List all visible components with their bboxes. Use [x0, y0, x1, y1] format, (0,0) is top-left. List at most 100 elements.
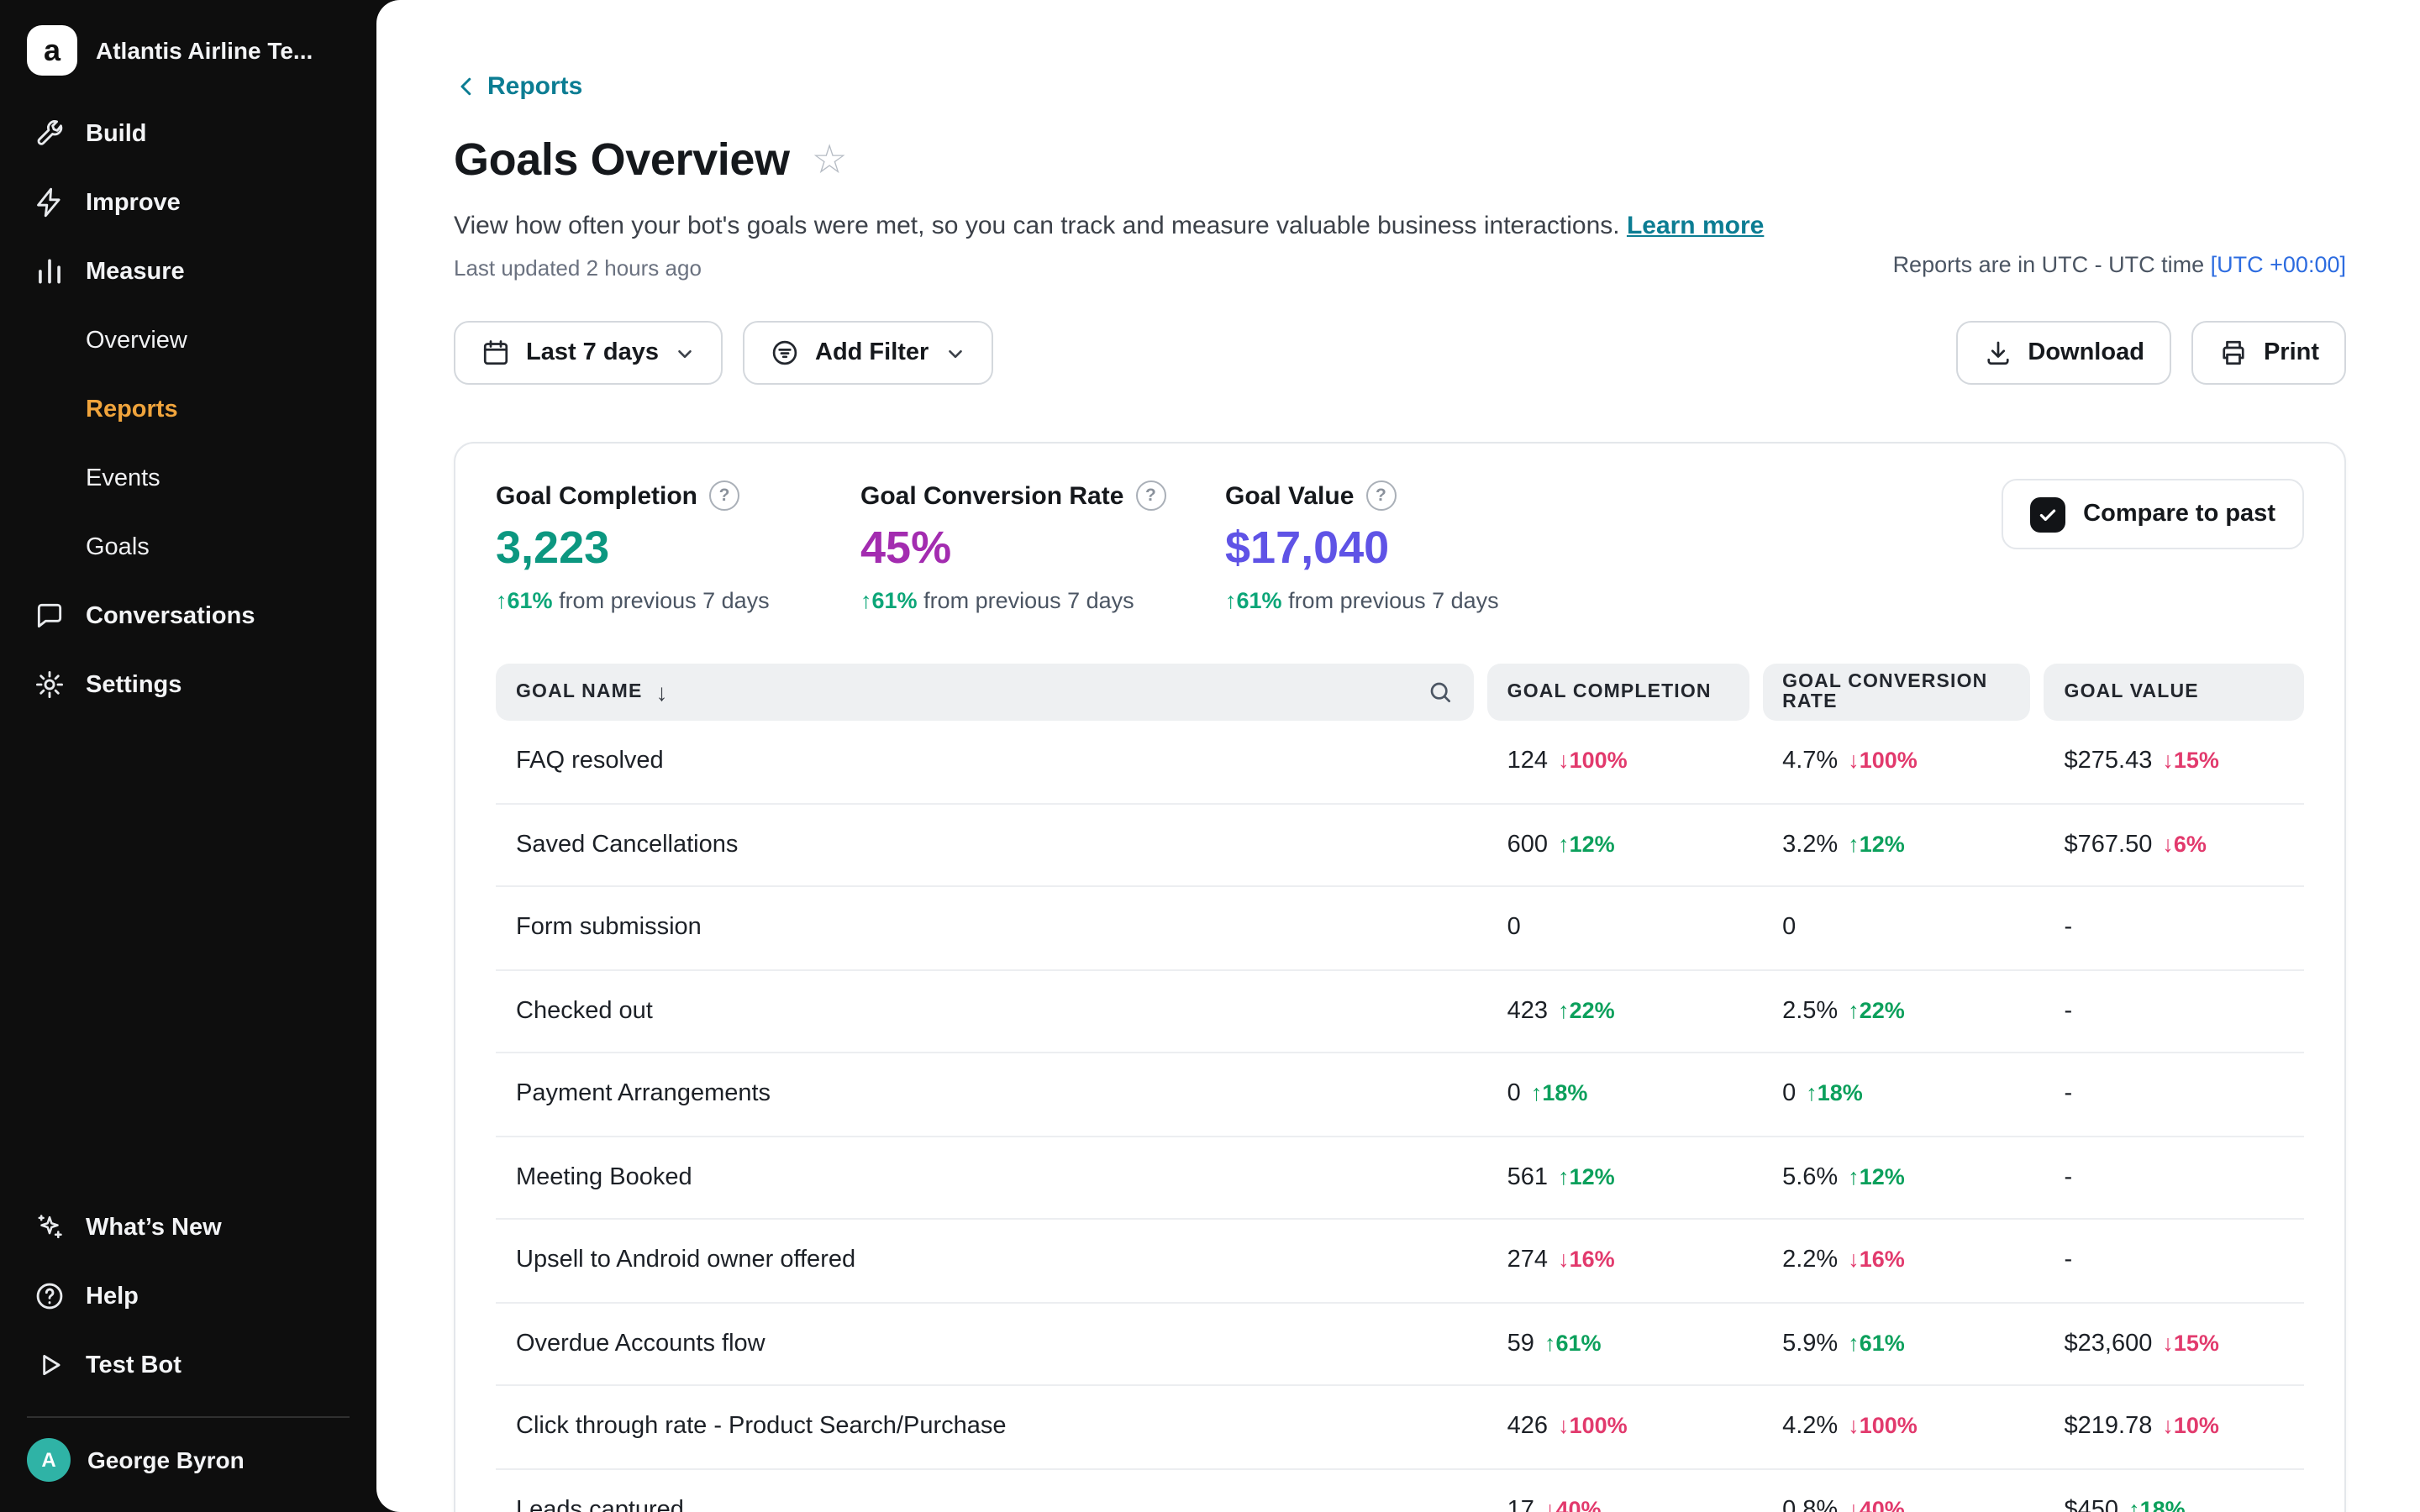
sidebar-item-build[interactable]: Build [17, 99, 360, 168]
metric-delta: ↑61% from previous 7 days [1225, 588, 1590, 613]
timezone-link[interactable]: [UTC +00:00] [2211, 252, 2346, 277]
sidebar-item-measure[interactable]: Measure [17, 237, 360, 306]
goal-value-cell-value: $219.78 [2065, 1414, 2153, 1441]
table-body: FAQ resolved124↓100%4.7%↓100%$275.43↓15%… [496, 721, 2304, 1512]
delta-up-arrow: ↑61% [860, 588, 918, 613]
print-button[interactable]: Print [2191, 321, 2346, 385]
filter-icon [770, 338, 800, 368]
table-row[interactable]: Payment Arrangements0↑18%0↑18%- [496, 1053, 2304, 1137]
sidebar-item-what-s-new[interactable]: What’s New [17, 1193, 360, 1262]
sidebar-item-help[interactable]: Help [17, 1262, 360, 1331]
info-circle-icon[interactable]: ? [1365, 480, 1396, 511]
table-row[interactable]: Checked out423↑22%2.5%↑22%- [496, 970, 2304, 1053]
sidebar-item-label: Settings [86, 671, 182, 698]
goal-name-cell: Meeting Booked [496, 1164, 1474, 1191]
column-header-goal-completion[interactable]: GOAL COMPLETION [1487, 664, 1749, 721]
goal-name-cell: Click through rate - Product Search/Purc… [496, 1414, 1474, 1441]
back-to-reports-link[interactable]: Reports [454, 72, 582, 101]
delta-up-arrow: ↑61% [1848, 1331, 1905, 1356]
delta-up-arrow: ↑61% [1225, 588, 1282, 613]
sidebar-item-goals[interactable]: Goals [17, 512, 360, 581]
compare-to-past-label: Compare to past [2083, 501, 2275, 528]
delta-up-arrow: ↑12% [1848, 1164, 1905, 1189]
goal-value-cell: $767.50↓6% [2044, 832, 2304, 858]
workspace-switcher[interactable]: a Atlantis Airline Te... [0, 0, 376, 99]
gear-icon [34, 669, 66, 701]
user-name: George Byron [87, 1446, 245, 1473]
table-row[interactable]: Click through rate - Product Search/Purc… [496, 1386, 2304, 1469]
goal-completion-cell-value: 59 [1507, 1331, 1534, 1357]
metric-goal-conversion-rate: Goal Conversion Rate?45%↑61% from previo… [860, 480, 1225, 613]
table-row[interactable]: Leads captured17↓40%0.8%↓40%$450↑18% [496, 1469, 2304, 1512]
goal-value-cell-value: $23,600 [2065, 1331, 2153, 1357]
goal-completion-cell-value: 561 [1507, 1164, 1548, 1191]
table-row[interactable]: Meeting Booked561↑12%5.6%↑12%- [496, 1137, 2304, 1220]
sidebar-item-reports[interactable]: Reports [17, 375, 360, 444]
toolbar: Last 7 days Add Filter [454, 321, 2346, 385]
delta-up-arrow: ↑61% [1544, 1331, 1602, 1356]
learn-more-link[interactable]: Learn more [1627, 212, 1764, 240]
table-row[interactable]: FAQ resolved124↓100%4.7%↓100%$275.43↓15% [496, 721, 2304, 804]
goal-value-cell-value: - [2065, 1164, 2073, 1191]
sidebar-item-events[interactable]: Events [17, 444, 360, 512]
goal-value-cell: - [2044, 915, 2304, 942]
chevron-left-icon [454, 74, 479, 99]
delta-up-arrow: ↑12% [1558, 832, 1615, 857]
goal-completion-cell-value: 0 [1507, 1081, 1521, 1108]
download-icon [1982, 338, 2012, 368]
add-filter-button[interactable]: Add Filter [743, 321, 992, 385]
sidebar-item-settings[interactable]: Settings [17, 650, 360, 719]
goal-completion-cell: 0↑18% [1487, 1081, 1749, 1108]
search-icon[interactable] [1427, 679, 1454, 706]
goal-conversion-rate-cell-value: 2.5% [1782, 998, 1838, 1025]
delta-up-arrow: ↑12% [1848, 832, 1905, 857]
bar-chart-icon [34, 255, 66, 287]
chevron-down-icon [674, 342, 696, 364]
info-circle-icon[interactable]: ? [1135, 480, 1165, 511]
print-label: Print [2264, 339, 2319, 366]
delta-up-arrow: ↑18% [1806, 1081, 1863, 1106]
column-header-goal-conversion-rate[interactable]: GOAL CONVERSION RATE [1762, 664, 2030, 721]
table-row[interactable]: Overdue Accounts flow59↑61%5.9%↑61%$23,6… [496, 1303, 2304, 1386]
date-range-button[interactable]: Last 7 days [454, 321, 723, 385]
download-button[interactable]: Download [1955, 321, 2171, 385]
table-row[interactable]: Upsell to Android owner offered274↓16%2.… [496, 1220, 2304, 1303]
table-row[interactable]: Saved Cancellations600↑12%3.2%↑12%$767.5… [496, 804, 2304, 887]
goal-completion-cell: 426↓100% [1487, 1414, 1749, 1441]
download-label: Download [2028, 339, 2144, 366]
metric-delta-text: from previous 7 days [553, 588, 770, 613]
sidebar-item-test-bot[interactable]: Test Bot [17, 1331, 360, 1399]
delta-down-arrow: ↓10% [2162, 1414, 2219, 1439]
checkbox-checked-icon[interactable] [2029, 496, 2065, 532]
column-header-goal-name[interactable]: GOAL NAME ↓ [496, 664, 1474, 721]
sidebar-item-label: Improve [86, 189, 181, 216]
goal-completion-cell-value: 124 [1507, 748, 1548, 775]
goal-conversion-rate-cell-value: 4.2% [1782, 1414, 1838, 1441]
page-description: View how often your bot's goals were met… [454, 212, 2346, 240]
back-link-label: Reports [487, 72, 582, 101]
delta-up-arrow: ↑12% [1558, 1164, 1615, 1189]
goals-report-card: Goal Completion?3,223↑61% from previous … [454, 442, 2346, 1512]
favorite-star-icon[interactable]: ☆ [812, 140, 848, 181]
info-circle-icon[interactable]: ? [709, 480, 739, 511]
metric-label: Goal Conversion Rate? [860, 480, 1225, 511]
goal-conversion-rate-cell: 0↑18% [1762, 1081, 2030, 1108]
compare-to-past-toggle[interactable]: Compare to past [2001, 479, 2304, 549]
delta-down-arrow: ↓100% [1848, 1414, 1918, 1439]
delta-down-arrow: ↓100% [1558, 1414, 1628, 1439]
delta-down-arrow: ↓40% [1544, 1497, 1602, 1512]
delta-down-arrow: ↓100% [1848, 748, 1918, 774]
delta-down-arrow: ↓15% [2162, 748, 2219, 774]
table-row[interactable]: Form submission00- [496, 887, 2304, 970]
goal-name-cell: Form submission [496, 915, 1474, 942]
column-header-goal-value[interactable]: GOAL VALUE [2044, 664, 2304, 721]
sidebar-item-improve[interactable]: Improve [17, 168, 360, 237]
sidebar-item-overview[interactable]: Overview [17, 306, 360, 375]
sidebar-item-conversations[interactable]: Conversations [17, 581, 360, 650]
goal-value-cell: $275.43↓15% [2044, 748, 2304, 775]
user-menu[interactable]: A George Byron [0, 1428, 376, 1505]
sidebar-divider [27, 1416, 350, 1418]
sparkles-icon [34, 1211, 66, 1243]
metric-delta-text: from previous 7 days [1282, 588, 1499, 613]
page-title: Goals Overview [454, 134, 790, 186]
